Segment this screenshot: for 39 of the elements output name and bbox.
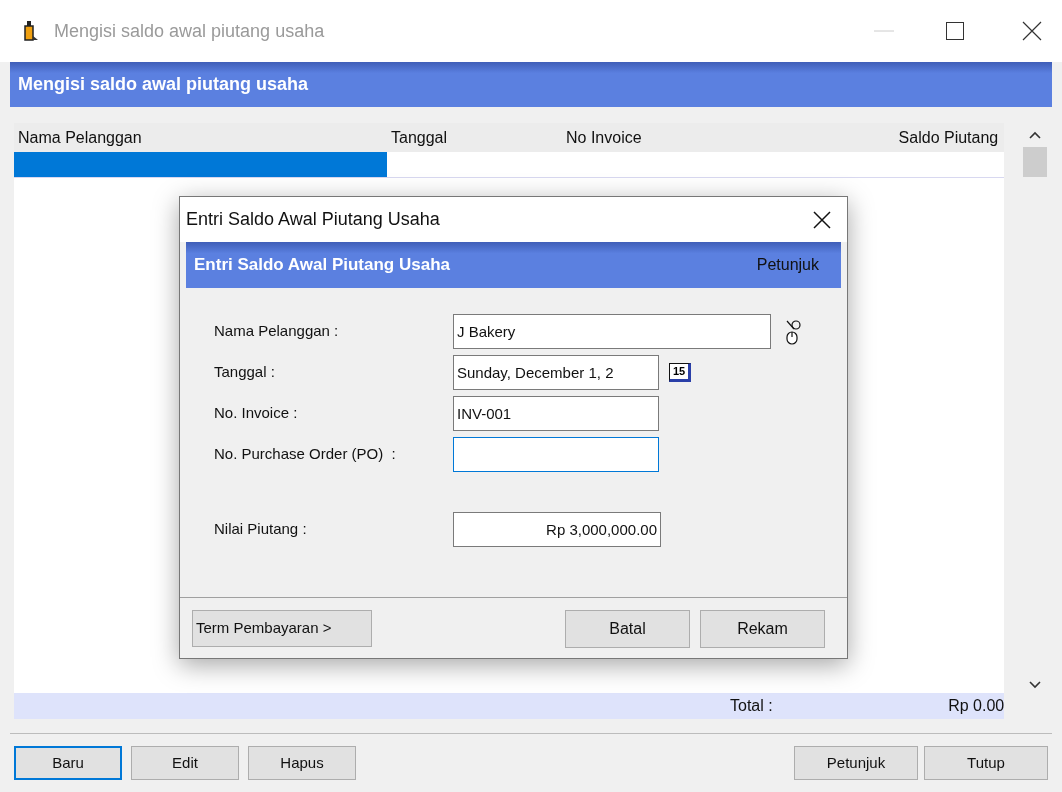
calendar-button[interactable]: 15: [669, 363, 691, 382]
field-label: Tanggal :: [214, 362, 276, 383]
dialog-button[interactable]: Batal: [565, 610, 690, 648]
action-button[interactable]: Petunjuk: [794, 746, 918, 780]
mouse-icon[interactable]: [785, 318, 803, 345]
close-icon[interactable]: [1022, 21, 1042, 41]
field-label: Nilai Piutang :: [214, 519, 308, 540]
window-title: Mengisi saldo awal piutang usaha: [54, 19, 325, 43]
term-button[interactable]: Term Pembayaran >: [192, 609, 372, 647]
total-label: Total :: [730, 696, 773, 716]
dialog-title: Entri Saldo Awal Piutang Usaha: [186, 208, 440, 231]
help-link[interactable]: Petunjuk: [756, 253, 819, 277]
action-button[interactable]: Tutup: [924, 746, 1048, 780]
action-button[interactable]: Baru: [14, 746, 122, 780]
maximize-icon[interactable]: [946, 22, 964, 40]
app-icon: [22, 20, 40, 42]
input-field[interactable]: Rp 3,000,000.00: [453, 512, 661, 547]
dialog-header: Entri Saldo Awal Piutang Usaha: [194, 254, 450, 277]
input-field[interactable]: [453, 437, 659, 472]
close-icon[interactable]: [813, 210, 831, 229]
header-title: Mengisi saldo awal piutang usaha: [18, 73, 309, 96]
column-header[interactable]: Nama Pelanggan: [14, 125, 387, 150]
action-button[interactable]: Hapus: [248, 746, 356, 780]
field-label: No. Purchase Order (PO) :: [214, 444, 397, 465]
table-row[interactable]: [14, 152, 1005, 178]
input-field[interactable]: J Bakery: [453, 314, 771, 349]
column-header[interactable]: Tanggal: [387, 125, 562, 150]
field-label: Nama Pelanggan :: [214, 321, 340, 342]
scroll-thumb[interactable]: [1023, 147, 1048, 177]
column-header[interactable]: No Invoice: [562, 125, 895, 150]
input-field[interactable]: Sunday, December 1, 2: [453, 355, 659, 390]
total-value: Rp 0.00: [948, 696, 1005, 716]
scroll-down-icon[interactable]: [1029, 681, 1042, 689]
field-label: No. Invoice :: [214, 403, 299, 424]
scroll-up-icon[interactable]: [1029, 131, 1042, 139]
column-header[interactable]: Saldo Piutang: [894, 125, 999, 150]
dialog-button[interactable]: Rekam: [700, 610, 825, 648]
action-button[interactable]: Edit: [131, 746, 239, 780]
input-field[interactable]: INV-001: [453, 396, 659, 431]
